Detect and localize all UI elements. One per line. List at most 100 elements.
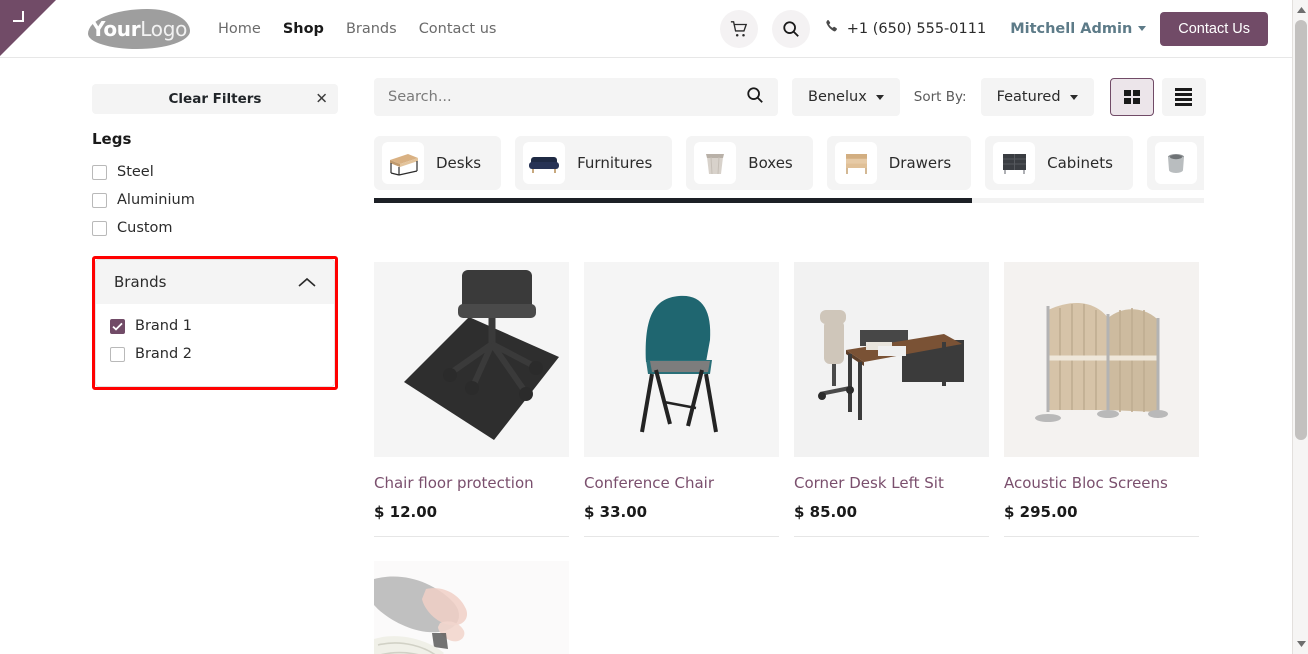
category-tabs: Desks Furnitures Boxes Drawers Cabinets <box>374 136 1204 190</box>
region-dropdown[interactable]: Benelux <box>792 78 900 116</box>
product-price: $ 85.00 <box>794 503 858 521</box>
filter-option-custom-label: Custom <box>117 220 173 236</box>
category-tab-boxes-label: Boxes <box>748 154 793 172</box>
header-actions: +1 (650) 555-0111 Mitchell Admin Contact… <box>719 9 1292 48</box>
category-tab-cabinets[interactable]: Cabinets <box>985 136 1133 190</box>
product-divider <box>374 536 569 537</box>
product-price: $ 33.00 <box>584 503 648 521</box>
filter-option-aluminium[interactable]: Aluminium <box>92 186 338 214</box>
product-divider <box>1004 536 1199 537</box>
product-card-chair-floor-protection[interactable]: Chair floor protection $ 12.00 <box>374 262 584 537</box>
teal-chair-image <box>584 262 779 457</box>
close-icon[interactable]: ✕ <box>315 91 328 107</box>
corner-ribbon <box>0 0 56 56</box>
product-name[interactable]: Chair floor protection <box>374 474 568 492</box>
product-card-corner-desk-left-sit[interactable]: Corner Desk Left Sit $ 85.00 <box>794 262 1004 537</box>
chevron-down-icon <box>1138 26 1147 31</box>
category-tabs-scroll-thumb[interactable] <box>374 198 972 203</box>
checkbox-custom[interactable] <box>92 220 107 236</box>
product-divider <box>584 536 779 537</box>
brands-filter-highlight: Brands Brand 1 Brand 2 <box>92 256 338 390</box>
sort-by-label: Sort By: <box>913 89 967 105</box>
logo-text: YourLogo <box>91 17 187 41</box>
search-input[interactable] <box>388 89 764 105</box>
product-name[interactable]: Corner Desk Left Sit <box>794 474 988 492</box>
filter-options-legs: Steel Aluminium Custom <box>92 158 338 242</box>
filter-option-brand-2[interactable]: Brand 2 <box>110 340 334 368</box>
nav-item-brands[interactable]: Brands <box>346 21 397 37</box>
clear-filters-button[interactable]: Clear Filters ✕ <box>92 84 338 114</box>
site-logo[interactable]: YourLogo <box>88 8 190 49</box>
shop-page: YourLogo Home Shop Brands Contact us +1 … <box>0 0 1308 654</box>
filter-option-custom[interactable]: Custom <box>92 214 338 242</box>
filter-option-steel[interactable]: Steel <box>92 158 338 186</box>
drawer-thumb-icon <box>834 142 877 184</box>
header-search-icon[interactable] <box>771 9 810 48</box>
logo-text-bold: Your <box>90 16 141 41</box>
sort-by-dropdown[interactable]: Featured <box>980 78 1094 116</box>
view-toggle <box>1109 78 1206 116</box>
phone-number[interactable]: +1 (650) 555-0111 <box>824 19 986 38</box>
filter-option-brand-1[interactable]: Brand 1 <box>110 312 334 340</box>
product-name[interactable]: Conference Chair <box>584 474 778 492</box>
category-tab-bin[interactable] <box>1146 136 1204 190</box>
grid-view-button[interactable] <box>1109 78 1154 116</box>
sort-by-value: Featured <box>996 89 1061 105</box>
chevron-up-icon[interactable] <box>298 277 316 288</box>
region-dropdown-label: Benelux <box>808 89 867 105</box>
scrollbar-thumb[interactable] <box>1295 20 1307 440</box>
product-card-conference-chair[interactable]: Conference Chair $ 33.00 <box>584 262 794 537</box>
category-tab-furnitures-label: Furnitures <box>577 154 653 172</box>
phone-number-text: +1 (650) 555-0111 <box>846 20 987 37</box>
search-icon[interactable] <box>746 86 764 108</box>
acoustic-screens-image <box>1004 262 1199 457</box>
list-view-icon <box>1175 88 1193 106</box>
nav-item-shop[interactable]: Shop <box>283 21 324 37</box>
product-row: Chair floor protection $ 12.00 Conferenc… <box>374 262 1214 537</box>
product-price: $ 12.00 <box>374 503 438 521</box>
main-nav: Home Shop Brands Contact us <box>218 21 496 37</box>
brands-filter-panel: Brands Brand 1 Brand 2 <box>95 259 335 387</box>
product-card-acoustic-bloc-screens[interactable]: Acoustic Bloc Screens $ 295.00 <box>1004 262 1214 537</box>
contact-us-button[interactable]: Contact Us <box>1160 11 1268 46</box>
category-tab-cabinets-label: Cabinets <box>1047 154 1113 172</box>
product-card-hands-money[interactable] <box>374 561 584 654</box>
search-box[interactable] <box>374 78 778 116</box>
product-name[interactable]: Acoustic Bloc Screens <box>1004 474 1198 492</box>
product-row <box>374 561 1214 654</box>
chair-floor-mat-image <box>374 262 569 457</box>
filter-option-steel-label: Steel <box>117 164 154 180</box>
bin-thumb-icon <box>1154 142 1197 184</box>
list-view-button[interactable] <box>1161 78 1206 116</box>
scroll-down-arrow-icon[interactable] <box>1293 636 1308 652</box>
checkbox-brand-1[interactable] <box>110 318 125 334</box>
checkbox-steel[interactable] <box>92 164 107 180</box>
filters-sidebar: Clear Filters ✕ Legs Steel Aluminium Cus… <box>92 84 338 390</box>
chevron-down-icon <box>1069 94 1078 100</box>
brands-filter-title: Brands <box>114 273 167 291</box>
page-body: Clear Filters ✕ Legs Steel Aluminium Cus… <box>0 58 1292 654</box>
shopping-cart-icon[interactable] <box>719 9 758 48</box>
category-tab-boxes[interactable]: Boxes <box>686 136 813 190</box>
shop-toolbar: Benelux Sort By: Featured <box>374 78 1274 116</box>
cabinet-thumb-icon <box>993 142 1036 184</box>
nav-item-home[interactable]: Home <box>218 21 261 37</box>
scroll-up-arrow-icon[interactable] <box>1293 2 1308 18</box>
category-tab-desks[interactable]: Desks <box>374 136 502 190</box>
filter-option-aluminium-label: Aluminium <box>117 192 195 208</box>
desk-thumb-icon <box>382 142 424 184</box>
phone-icon <box>824 19 839 38</box>
checkbox-brand-2[interactable] <box>110 346 125 362</box>
category-tab-desks-label: Desks <box>436 154 482 172</box>
checkbox-aluminium[interactable] <box>92 192 107 208</box>
grid-view-icon <box>1123 90 1140 104</box>
nav-item-contact-us[interactable]: Contact us <box>419 21 497 37</box>
page-scrollbar[interactable] <box>1292 0 1308 654</box>
product-divider <box>794 536 989 537</box>
product-price: $ 295.00 <box>1004 503 1078 521</box>
user-menu[interactable]: Mitchell Admin <box>1010 21 1147 37</box>
brands-filter-header[interactable]: Brands <box>96 260 334 304</box>
site-header: YourLogo Home Shop Brands Contact us +1 … <box>0 0 1292 58</box>
category-tab-furnitures[interactable]: Furnitures <box>515 136 673 190</box>
category-tab-drawers[interactable]: Drawers <box>826 136 972 190</box>
